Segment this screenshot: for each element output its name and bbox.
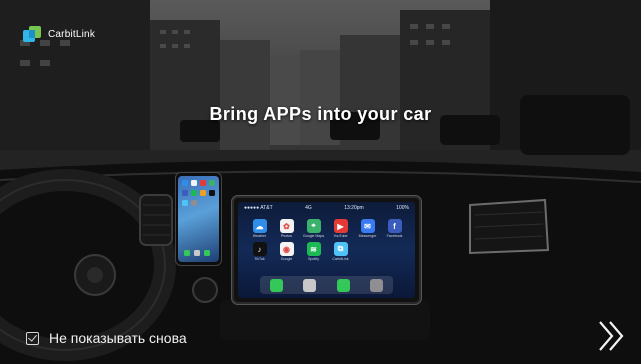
phone-app-icon bbox=[209, 190, 215, 196]
app-tile[interactable]: ◉ Google bbox=[273, 242, 300, 261]
battery-label: 100% bbox=[396, 205, 409, 211]
phone-screen bbox=[178, 176, 219, 262]
phone-dock-icon bbox=[204, 250, 210, 256]
app-tile[interactable]: ♪ TikTok bbox=[246, 242, 273, 261]
messenger-icon: ✉ bbox=[360, 219, 375, 233]
phone-app-icon bbox=[182, 190, 188, 196]
app-tile[interactable]: ✿ Photos bbox=[273, 219, 300, 238]
phone-app-icon bbox=[200, 190, 206, 196]
app-label: Weather bbox=[252, 234, 267, 238]
app-label: Google bbox=[280, 257, 293, 261]
photos-icon: ✿ bbox=[279, 219, 294, 233]
car-dashboard bbox=[0, 160, 641, 364]
phone-app-icon bbox=[191, 200, 197, 206]
app-tile[interactable]: ▶ YouTube bbox=[327, 219, 354, 238]
smartphone-mockup bbox=[175, 172, 222, 266]
headline: Bring APPs into your car bbox=[209, 104, 432, 124]
app-tile[interactable]: ☁ Weather bbox=[246, 219, 273, 238]
app-label: Google Maps bbox=[302, 234, 325, 238]
app-label: Messenger bbox=[358, 234, 377, 238]
facebook-icon: f bbox=[387, 219, 402, 233]
network-label: 4G bbox=[305, 205, 312, 211]
app-tile[interactable]: ≋ Spotify bbox=[300, 242, 327, 261]
dont-show-again-checkbox[interactable] bbox=[26, 331, 39, 345]
carbitlink-app-icon: ⧉ bbox=[333, 242, 348, 256]
weather-icon: ☁ bbox=[252, 219, 267, 233]
carrier-label: ●●●●● AT&T bbox=[244, 205, 273, 211]
carplay-home: ●●●●● AT&T 4G 13:20pm 100% ☁ Weather ✿ Phot… bbox=[238, 202, 415, 298]
music-icon[interactable] bbox=[303, 278, 317, 292]
double-chevron-right-icon[interactable] bbox=[594, 318, 630, 354]
app-tile[interactable]: ✉ Messenger bbox=[354, 219, 381, 238]
phone-app-icon bbox=[182, 200, 188, 206]
phone-app-icon bbox=[191, 190, 197, 196]
brand-logo: CarbitLink bbox=[22, 24, 95, 44]
app-tile[interactable]: ⧉ CarbitLink bbox=[327, 242, 354, 261]
phone-app-icon bbox=[200, 180, 206, 186]
app-label: YouTube bbox=[333, 234, 348, 238]
settings-icon[interactable] bbox=[369, 278, 383, 292]
app-label: TikTok bbox=[254, 257, 265, 261]
messages-icon[interactable] bbox=[336, 278, 350, 292]
phone-dock-icon bbox=[184, 250, 190, 256]
brand-name: CarbitLink bbox=[48, 28, 96, 40]
app-label: Facebook bbox=[386, 234, 403, 238]
app-grid: ☁ Weather ✿ Photos ⌖ Google Maps ▶ YouTube ✉ Mess… bbox=[246, 219, 408, 261]
carbitlink-logo-icon bbox=[23, 26, 41, 42]
tiktok-icon: ♪ bbox=[252, 242, 267, 256]
app-label: CarbitLink bbox=[332, 257, 349, 261]
phone-app-icon bbox=[182, 180, 188, 186]
phone-app-icon bbox=[209, 180, 215, 186]
dont-show-again-toggle[interactable]: Не показывать снова bbox=[26, 330, 187, 346]
chrome-icon: ◉ bbox=[279, 242, 294, 256]
time-label: 13:20pm bbox=[344, 205, 364, 211]
app-dock bbox=[260, 276, 393, 294]
app-tile[interactable]: ⌖ Google Maps bbox=[300, 219, 327, 238]
app-label: Spotify bbox=[308, 257, 319, 261]
phone-dock-icon bbox=[194, 250, 200, 256]
app-label: Photos bbox=[280, 234, 293, 238]
car-head-unit-screen: ●●●●● AT&T 4G 13:20pm 100% ☁ Weather ✿ Phot… bbox=[232, 196, 421, 304]
phone-app-icon bbox=[191, 180, 197, 186]
status-bar: ●●●●● AT&T 4G 13:20pm 100% bbox=[244, 204, 409, 213]
onboarding-screen: CarbitLink Bring APPs into your car ●●●●… bbox=[0, 0, 641, 364]
youtube-icon: ▶ bbox=[333, 219, 348, 233]
dont-show-again-label: Не показывать снова bbox=[49, 330, 187, 346]
app-tile[interactable]: f Facebook bbox=[381, 219, 408, 238]
map-icon: ⌖ bbox=[306, 219, 321, 233]
spotify-icon: ≋ bbox=[306, 242, 321, 256]
phone-icon[interactable] bbox=[270, 278, 284, 292]
